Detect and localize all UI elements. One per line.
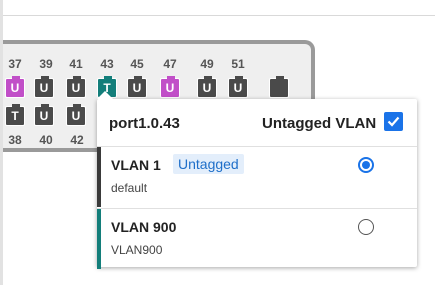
- port-number-label: 38: [8, 133, 22, 147]
- vlan-color-accent: [97, 209, 101, 269]
- vlan-color-accent: [97, 147, 101, 207]
- checkmark-icon: [387, 116, 400, 127]
- header-divider: [3, 15, 435, 16]
- popover-arrow: [97, 91, 113, 99]
- port-number-label: 41: [69, 57, 83, 71]
- vlan-description: default: [111, 181, 148, 195]
- port-number-label: 51: [231, 57, 245, 71]
- untagged-badge: Untagged: [173, 154, 244, 174]
- vlan-option-1[interactable]: VLAN 1 Untagged default: [97, 147, 417, 207]
- vlan-900-radio[interactable]: [358, 219, 374, 235]
- switch-port-37[interactable]: U: [5, 76, 25, 98]
- port-number-label: 40: [39, 133, 53, 147]
- port-vlan-popover: port1.0.43 Untagged VLAN VLAN 1 Untagged…: [97, 91, 417, 269]
- port-name-title: port1.0.43: [109, 115, 180, 132]
- port-number-label: 42: [70, 133, 84, 147]
- port-number-label: 43: [100, 57, 114, 71]
- vlan-description: VLAN900: [111, 243, 163, 257]
- switch-port-38[interactable]: T: [5, 104, 25, 126]
- switch-port-51[interactable]: U: [228, 76, 248, 98]
- switch-port-41[interactable]: U: [66, 76, 86, 98]
- port-number-label: 47: [163, 57, 177, 71]
- port-number-label: 37: [8, 57, 22, 71]
- untagged-vlan-label: Untagged VLAN: [262, 115, 377, 132]
- switch-port-47[interactable]: U: [160, 76, 180, 98]
- switch-port-uplink[interactable]: [269, 76, 289, 98]
- switch-port-39[interactable]: U: [34, 76, 54, 98]
- popover-header: port1.0.43 Untagged VLAN: [97, 99, 417, 146]
- port-number-label: 45: [130, 57, 144, 71]
- vlan-option-900[interactable]: VLAN 900 VLAN900: [97, 209, 417, 269]
- vlan-name: VLAN 900: [111, 219, 177, 235]
- port-number-label: 39: [39, 57, 53, 71]
- port-number-label: 49: [200, 57, 214, 71]
- switch-port-42[interactable]: U: [66, 104, 86, 126]
- switch-port-45[interactable]: U: [127, 76, 147, 98]
- vlan-1-radio[interactable]: [358, 157, 374, 173]
- switch-port-49[interactable]: U: [197, 76, 217, 98]
- vlan-name: VLAN 1: [111, 157, 161, 173]
- switch-port-40[interactable]: U: [34, 104, 54, 126]
- untagged-vlan-checkbox[interactable]: [384, 112, 403, 131]
